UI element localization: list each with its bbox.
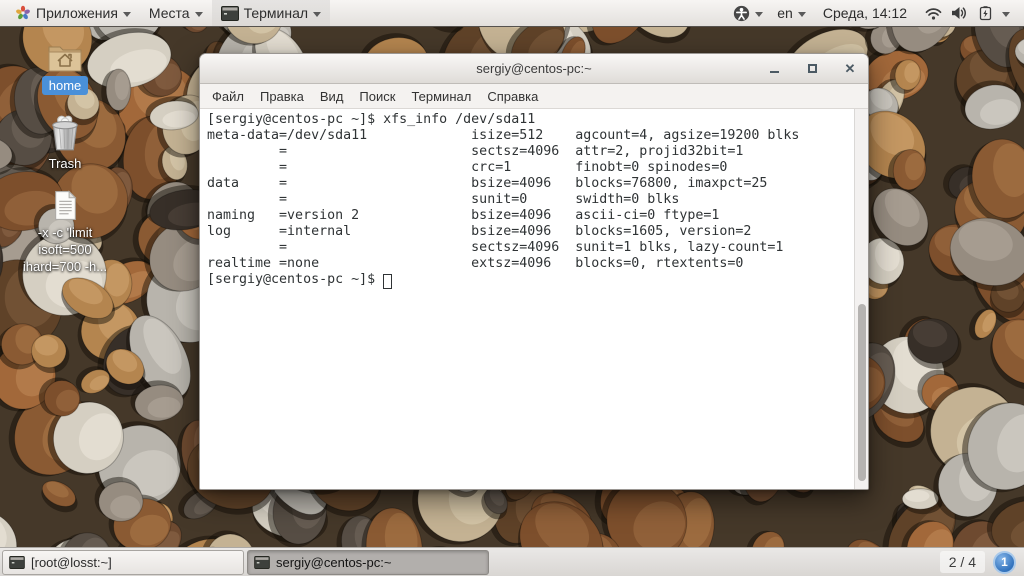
battery-icon bbox=[979, 5, 992, 20]
menu-file[interactable]: Файл bbox=[204, 86, 252, 107]
workspace-pager[interactable]: 2 / 4 bbox=[939, 551, 985, 573]
terminal-menubar: Файл Правка Вид Поиск Терминал Справка bbox=[200, 84, 868, 109]
chevron-down-icon bbox=[755, 11, 764, 17]
desktop-icon-label: -x -c 'limit isoft=500 ihard=700 -h... bbox=[22, 225, 108, 274]
chevron-down-icon bbox=[1002, 11, 1010, 17]
menu-view[interactable]: Вид bbox=[312, 86, 352, 107]
active-app-menu[interactable]: Терминал bbox=[211, 0, 331, 26]
desktop-icon-label: Trash bbox=[48, 156, 82, 171]
close-button[interactable]: ✕ bbox=[842, 61, 858, 77]
terminal-cursor bbox=[383, 274, 392, 289]
chevron-down-icon bbox=[797, 11, 806, 17]
menu-help[interactable]: Справка bbox=[479, 86, 546, 107]
terminal-icon bbox=[254, 555, 270, 569]
window-titlebar[interactable]: sergiy@centos-pc:~ ✕ bbox=[200, 54, 868, 84]
maximize-button[interactable] bbox=[804, 61, 820, 77]
menu-edit[interactable]: Правка bbox=[252, 86, 312, 107]
wifi-icon bbox=[925, 7, 942, 20]
terminal-scrollbar[interactable] bbox=[854, 109, 868, 489]
top-panel: Приложения Места Терминал en Среда, 14:1… bbox=[0, 0, 1024, 27]
task-button-label: [root@losst:~] bbox=[31, 554, 112, 570]
keyboard-layout-label: en bbox=[777, 5, 793, 21]
desktop-icon-label: home bbox=[41, 76, 89, 95]
menu-terminal[interactable]: Терминал bbox=[403, 86, 479, 107]
workspace-badge[interactable]: 1 bbox=[993, 550, 1016, 574]
chevron-down-icon bbox=[122, 11, 131, 17]
text-file-icon bbox=[54, 190, 77, 220]
maximize-icon bbox=[807, 64, 817, 73]
terminal-window: sergiy@centos-pc:~ ✕ Файл Правка Вид Пои… bbox=[199, 53, 869, 490]
minimize-button[interactable] bbox=[766, 61, 782, 77]
chevron-down-icon bbox=[313, 11, 322, 17]
task-button-sergiy-centos[interactable]: sergiy@centos-pc:~ bbox=[247, 549, 489, 575]
applications-menu[interactable]: Приложения bbox=[6, 0, 140, 26]
task-button-root-losst[interactable]: [root@losst:~] bbox=[2, 549, 244, 575]
menu-search[interactable]: Поиск bbox=[351, 86, 403, 107]
terminal-icon bbox=[220, 5, 239, 21]
terminal-icon bbox=[9, 555, 25, 569]
taskbar: [root@losst:~] sergiy@centos-pc:~ 2 / 4 … bbox=[0, 547, 1024, 576]
task-button-label: sergiy@centos-pc:~ bbox=[276, 554, 392, 570]
applications-menu-label: Приложения bbox=[36, 5, 118, 21]
system-status-menu[interactable] bbox=[917, 0, 1018, 26]
places-menu-label: Места bbox=[148, 5, 190, 21]
close-icon: ✕ bbox=[844, 61, 856, 76]
home-folder-icon bbox=[48, 46, 82, 72]
keyboard-layout-menu[interactable]: en bbox=[770, 0, 813, 26]
scrollbar-thumb[interactable] bbox=[858, 304, 866, 481]
clock[interactable]: Среда, 14:12 bbox=[813, 5, 917, 21]
desktop-icon-home[interactable]: home bbox=[10, 42, 120, 95]
accessibility-icon bbox=[734, 5, 750, 21]
desktop-icon-quota-file[interactable]: -x -c 'limit isoft=500 ihard=700 -h... bbox=[10, 190, 120, 275]
chevron-down-icon bbox=[194, 11, 203, 17]
terminal-content-area: [sergiy@centos-pc ~]$ xfs_info /dev/sda1… bbox=[200, 109, 868, 489]
places-menu[interactable]: Места bbox=[140, 0, 212, 26]
trash-icon bbox=[52, 115, 78, 151]
accessibility-menu[interactable] bbox=[726, 0, 770, 26]
applications-icon bbox=[16, 5, 30, 20]
volume-icon bbox=[952, 7, 966, 19]
active-app-menu-label: Терминал bbox=[243, 5, 309, 21]
terminal-screen[interactable]: [sergiy@centos-pc ~]$ xfs_info /dev/sda1… bbox=[200, 109, 854, 489]
minimize-icon bbox=[769, 70, 779, 73]
desktop-icon-trash[interactable]: Trash bbox=[10, 114, 120, 172]
